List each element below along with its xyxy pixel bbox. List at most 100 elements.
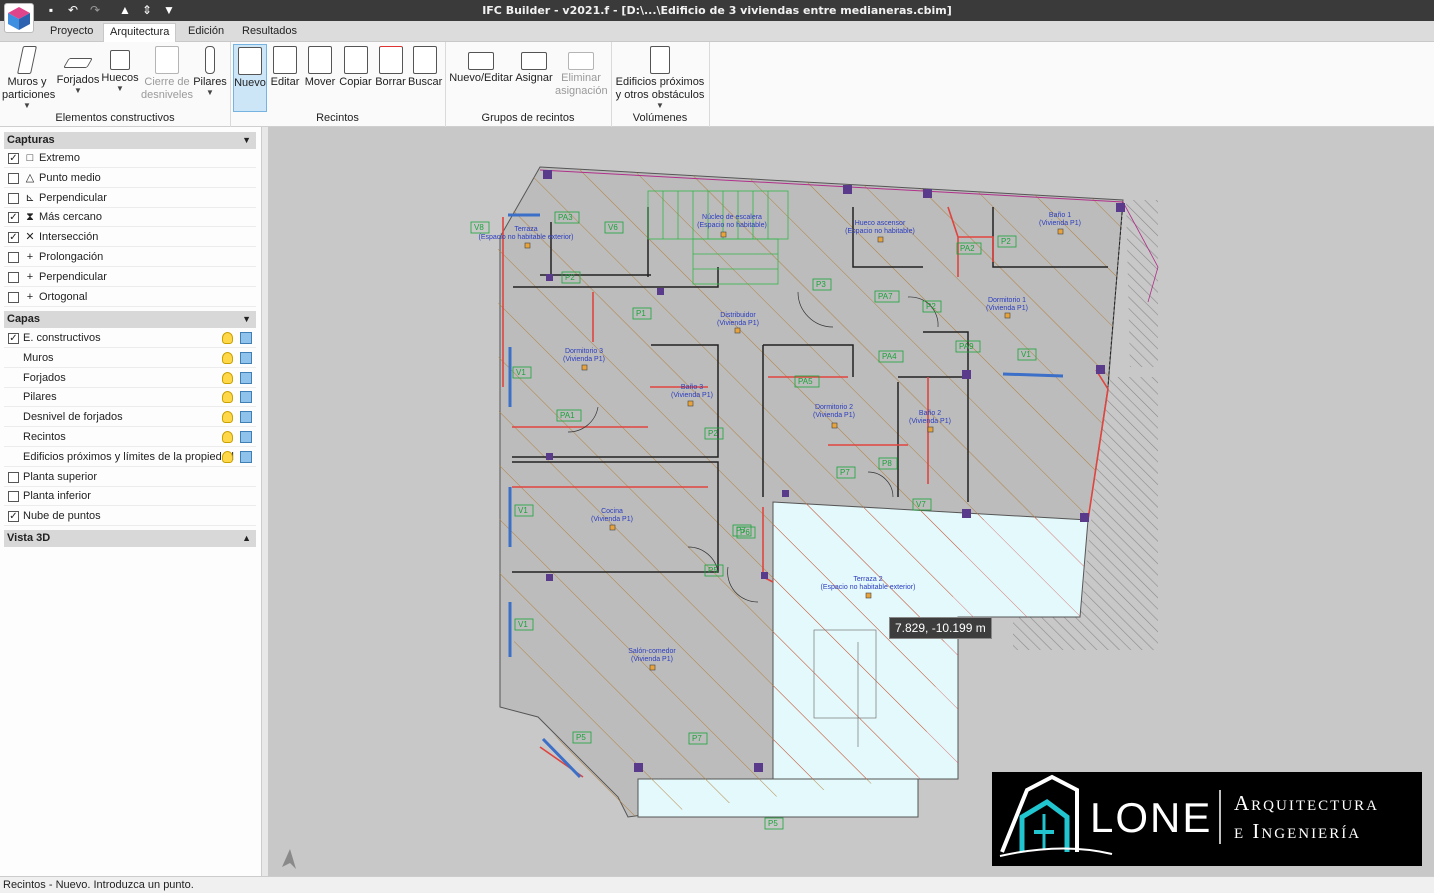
capture-row[interactable]: ✓ ⧗ Más cercano [4, 208, 256, 228]
mover-button[interactable]: Mover [303, 44, 337, 89]
visibility-bulb-icon[interactable] [222, 371, 233, 384]
tab-proyecto[interactable]: Proyecto [44, 23, 99, 42]
room-use-label: (Vivienda P1) [671, 392, 713, 399]
visibility-bulb-icon[interactable] [222, 431, 233, 443]
checkbox[interactable] [8, 271, 19, 283]
muros-button[interactable]: Muros y particiones ▼ [2, 44, 56, 110]
checkbox[interactable] [8, 471, 19, 483]
slab-icon [63, 58, 93, 68]
layer-row[interactable]: Recintos [4, 428, 256, 447]
room-use-label: (Espacio no habitable exterior) [479, 234, 574, 241]
room-name-label[interactable]: Hueco ascensor [855, 220, 906, 227]
room-use-label: (Espacio no habitable) [845, 228, 915, 235]
tab-arquitectura[interactable]: Arquitectura [103, 23, 177, 42]
editar-button[interactable]: Editar [270, 44, 300, 89]
visibility-bulb-icon[interactable] [222, 351, 233, 364]
checkbox[interactable]: ✓ [8, 153, 19, 164]
room-name-label[interactable]: Dormitorio 3 [565, 348, 603, 355]
snap-icon: + [26, 290, 34, 303]
capture-row[interactable]: △ Punto medio [4, 169, 256, 188]
layer-row[interactable]: ✓ Nube de puntos [4, 507, 256, 527]
layer-style-icon[interactable] [240, 391, 252, 404]
layer-row[interactable]: Planta inferior [4, 487, 256, 507]
capturas-header[interactable]: Capturas ▼ [4, 132, 256, 149]
cierre-desniveles-button[interactable]: Cierre de desniveles [141, 44, 193, 102]
capture-row[interactable]: ⊾ Perpendicular [4, 189, 256, 208]
layer-row[interactable]: Muros [4, 349, 256, 368]
checkbox[interactable]: ✓ [8, 511, 19, 523]
visibility-bulb-icon[interactable] [222, 411, 233, 424]
capture-row[interactable]: + Prolongación [4, 248, 256, 267]
layer-style-icon[interactable] [240, 351, 252, 364]
room-name-label[interactable]: Baño 1 [1049, 212, 1071, 219]
room-name-label[interactable]: Salón-comedor [628, 648, 676, 655]
element-tag-label: P3 [816, 280, 826, 289]
element-tag-label: PA1 [560, 411, 575, 420]
layer-style-icon[interactable] [240, 431, 252, 443]
room-name-label[interactable]: Dormitorio 1 [988, 297, 1026, 304]
room-name-label[interactable]: Distribuidor [720, 312, 756, 319]
room-name-label[interactable]: Terraza 2 [853, 576, 882, 583]
copiar-button[interactable]: Copiar [339, 44, 372, 89]
capas-title: Capas [7, 313, 41, 325]
layer-row[interactable]: Desnivel de forjados [4, 408, 256, 428]
layer-row[interactable]: Edificios próximos y límites de la propi… [4, 448, 256, 467]
checkbox[interactable] [8, 252, 19, 263]
room-name-label[interactable]: Dormitorio 2 [815, 404, 853, 411]
snap-icon: ⊾ [25, 191, 35, 204]
checkbox[interactable] [8, 172, 19, 184]
element-tag[interactable]: V8 [470, 221, 490, 234]
chevron-up-icon: ▼ [242, 314, 251, 324]
capture-row[interactable]: + Perpendicular [4, 268, 256, 287]
borrar-button[interactable]: Borrar [374, 44, 407, 89]
layer-style-icon[interactable] [240, 332, 252, 344]
visibility-bulb-icon[interactable] [222, 450, 233, 463]
capture-row[interactable]: + Ortogonal [4, 288, 256, 307]
room-name-label[interactable]: Baño 3 [681, 384, 703, 391]
layer-row[interactable]: Pilares [4, 388, 256, 408]
drawing-canvas[interactable]: Terraza (Espacio no habitable exterior) Nú… [268, 127, 1434, 876]
muros-label: Muros y particiones [2, 76, 56, 101]
asignar-button[interactable]: Asignar [515, 44, 553, 85]
nuevo-button[interactable]: Nuevo [233, 44, 267, 112]
vista3d-header[interactable]: Vista 3D ▲ [4, 530, 256, 547]
layer-style-icon[interactable] [240, 371, 252, 384]
tab-edicion[interactable]: Edición [182, 23, 230, 42]
room-name-label[interactable]: Terraza [514, 226, 537, 233]
layer-row[interactable]: Planta superior [4, 468, 256, 487]
room-name-label[interactable]: Baño 2 [919, 410, 941, 417]
pilares-button[interactable]: Pilares ▼ [193, 44, 227, 97]
edificios-proximos-button[interactable]: Edificios próximos y otros obstáculos ▼ [614, 44, 706, 110]
eliminar-label: Eliminar asignación [555, 72, 608, 97]
layer-row[interactable]: ✓ E. constructivos [4, 329, 256, 348]
tab-resultados[interactable]: Resultados [236, 23, 303, 42]
layer-style-icon[interactable] [240, 411, 252, 424]
element-tag[interactable]: P5 [764, 817, 784, 830]
nuevo-editar-grupo-button[interactable]: Nuevo/Editar [449, 44, 513, 85]
room-name-label[interactable]: Núcleo de escalera [702, 214, 762, 221]
checkbox[interactable] [8, 192, 19, 204]
checkbox[interactable]: ✓ [8, 333, 19, 344]
checkbox[interactable] [8, 291, 19, 303]
layer-style-icon[interactable] [240, 450, 252, 463]
visibility-bulb-icon[interactable] [222, 332, 233, 344]
capas-header[interactable]: Capas ▼ [4, 311, 256, 328]
capture-row[interactable]: ✓ □ Extremo [4, 149, 256, 168]
eliminar-asignacion-button[interactable]: Eliminar asignación [555, 44, 608, 98]
snap-icon: △ [25, 171, 35, 184]
group-grupos-de-recintos: Grupos de recintos [481, 112, 575, 124]
forjados-button[interactable]: Forjados ▼ [55, 44, 101, 95]
app-logo-icon[interactable] [4, 3, 34, 33]
element-tag-label: V1 [1021, 350, 1031, 359]
huecos-button[interactable]: Huecos ▼ [101, 44, 139, 93]
element-tag-label: P7 [692, 734, 702, 743]
layer-row[interactable]: Forjados [4, 369, 256, 388]
checkbox[interactable] [8, 491, 19, 503]
visibility-bulb-icon[interactable] [222, 391, 233, 404]
checkbox[interactable]: ✓ [8, 232, 19, 244]
capture-row[interactable]: ✓ ✕ Intersección [4, 228, 256, 248]
room-use-label: (Vivienda P1) [813, 412, 855, 419]
buscar-button[interactable]: Buscar [408, 44, 442, 89]
checkbox[interactable]: ✓ [8, 212, 19, 224]
room-name-label[interactable]: Cocina [601, 508, 623, 515]
